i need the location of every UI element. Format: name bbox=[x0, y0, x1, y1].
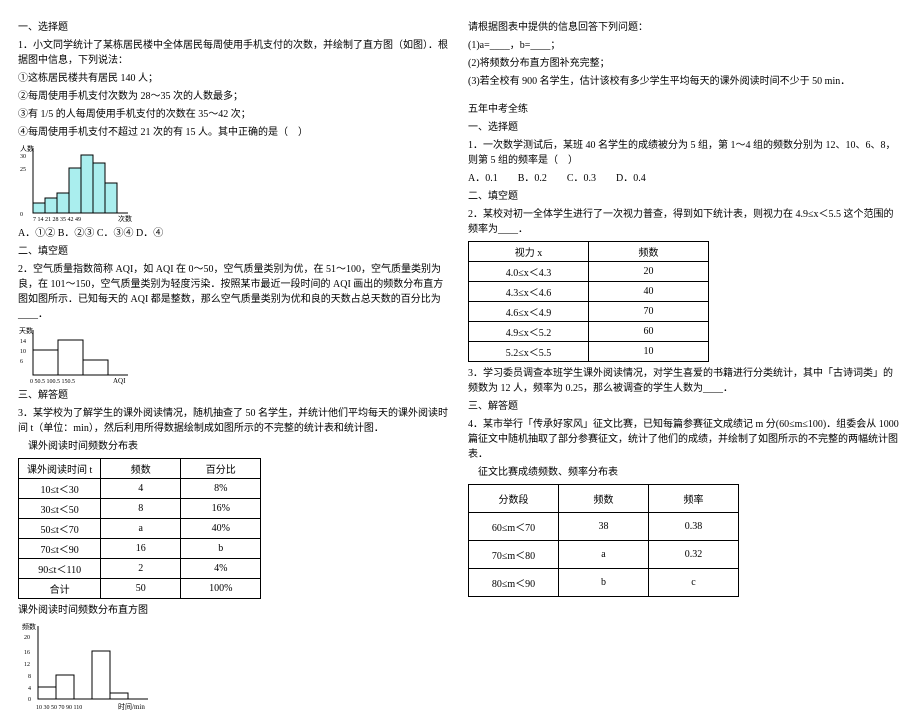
right-column: 请根据图表中提供的信息回答下列问题： (1)a=____，b=____； (2)… bbox=[460, 20, 910, 630]
svg-text:10: 10 bbox=[20, 349, 26, 355]
svg-text:6: 6 bbox=[20, 359, 23, 365]
q1-stmt-1: ①这栋居民楼共有居民 140 人； bbox=[18, 71, 452, 86]
svg-text:25: 25 bbox=[20, 167, 26, 173]
q3-sub1: (1)a=____，b=____； bbox=[468, 38, 902, 53]
section-heading-3: 三、解答题 bbox=[18, 388, 452, 403]
chart2-title: 课外阅读时间频数分布直方图 bbox=[18, 603, 452, 618]
chart2-xlabel: AQI bbox=[113, 377, 126, 385]
svg-text:12: 12 bbox=[24, 662, 30, 668]
question-2: 2．空气质量指数简称 AQI，如 AQI 在 0～50，空气质量类别为优，在 5… bbox=[18, 262, 452, 322]
chart3-ylabel: 频数 bbox=[22, 622, 36, 631]
vision-table: 视力 x频数 4.0≤x＜4.320 4.3≤x＜4.640 4.6≤x＜4.9… bbox=[468, 241, 709, 362]
section-heading-2: 二、填空题 bbox=[18, 244, 452, 259]
mid-title: 五年中考全练 bbox=[468, 102, 902, 117]
q1-stmt-4: ④每周使用手机支付不超过 21 次的有 15 人。其中正确的是（ ） bbox=[18, 125, 452, 140]
mid-h2: 二、填空题 bbox=[468, 189, 902, 204]
svg-text:0: 0 bbox=[20, 212, 23, 218]
reading-time-table: 课外阅读时间 t频数百分比 10≤t＜3048% 30≤t＜50816% 50≤… bbox=[18, 458, 261, 599]
svg-text:16: 16 bbox=[24, 650, 30, 656]
essay-score-table: 分数段频数频率 60≤m＜70380.38 70≤m＜80a0.32 80≤m＜… bbox=[468, 484, 739, 597]
q1-options: A．①② B．②③ C．③④ D．④ bbox=[18, 226, 452, 241]
mid-q2: 2．某校对初一全体学生进行了一次视力普查，得到如下统计表，则视力在 4.9≤x＜… bbox=[468, 207, 902, 237]
svg-text:20: 20 bbox=[24, 635, 30, 641]
q3-cont: 请根据图表中提供的信息回答下列问题： bbox=[468, 20, 902, 35]
mid-h3: 三、解答题 bbox=[468, 399, 902, 414]
svg-text:4: 4 bbox=[28, 686, 31, 692]
section-heading: 一、选择题 bbox=[18, 20, 452, 35]
mid-q1-opts: A．0.1 B．0.2 C．0.3 D．0.4 bbox=[468, 171, 902, 186]
svg-text:0 50.5 100.5 150.5: 0 50.5 100.5 150.5 bbox=[30, 379, 75, 385]
mid-q3: 3．学习委员调查本班学生课外阅读情况，对学生喜爱的书籍进行分类统计，其中「古诗词… bbox=[468, 366, 902, 396]
chart3-xlabel: 时间/min bbox=[118, 702, 145, 711]
chart2-ylabel: 天数 bbox=[19, 326, 33, 335]
svg-text:10 30 50 70 90 110: 10 30 50 70 90 110 bbox=[36, 705, 82, 711]
svg-text:0: 0 bbox=[28, 697, 31, 703]
svg-text:8: 8 bbox=[28, 674, 31, 680]
mid-q1: 1．一次数学测试后，某班 40 名学生的成绩被分为 5 组，第 1～4 组的频数… bbox=[468, 138, 902, 168]
histogram-2: 天数 AQI 14 10 6 0 50.5 100.5 150.5 bbox=[18, 325, 138, 385]
histogram-3: 频数 时间/min 20 16 12 8 4 0 10 30 50 70 90 … bbox=[18, 621, 158, 711]
mid-q4: 4．某市举行「传承好家风」征文比赛，已知每篇参赛征文成绩记 m 分(60≤m≤1… bbox=[468, 417, 902, 462]
histogram-1: 人数 次数 30 25 0 7 14 21 28 35 42 49 bbox=[18, 143, 138, 223]
chart-xlabel: 次数 bbox=[118, 214, 132, 223]
mid-q4-sub: 征文比赛成绩频数、频率分布表 bbox=[468, 465, 902, 480]
q1-stmt-3: ③有 1/5 的人每周使用手机支付的次数在 35～42 次； bbox=[18, 107, 452, 122]
q3-sub2: (2)将频数分布直方图补充完整； bbox=[468, 56, 902, 71]
svg-text:30: 30 bbox=[20, 154, 26, 160]
svg-text:7 14 21 28 35 42 49: 7 14 21 28 35 42 49 bbox=[33, 217, 81, 223]
q3-sub3: (3)若全校有 900 名学生，估计该校有多少学生平均每天的课外阅读时间不少于 … bbox=[468, 74, 902, 89]
question-1: 1．小文同学统计了某栋居民楼中全体居民每周使用手机支付的次数，并绘制了直方图（如… bbox=[18, 38, 452, 68]
mid-h1: 一、选择题 bbox=[468, 120, 902, 135]
table-title: 课外阅读时间频数分布表 bbox=[18, 439, 452, 454]
svg-text:14: 14 bbox=[20, 339, 26, 345]
chart-ylabel: 人数 bbox=[20, 144, 34, 153]
left-column: 一、选择题 1．小文同学统计了某栋居民楼中全体居民每周使用手机支付的次数，并绘制… bbox=[10, 20, 460, 630]
question-3: 3．某学校为了解学生的课外阅读情况，随机抽查了 50 名学生，并统计他们平均每天… bbox=[18, 406, 452, 436]
q1-stmt-2: ②每周使用手机支付次数为 28～35 次的人数最多； bbox=[18, 89, 452, 104]
